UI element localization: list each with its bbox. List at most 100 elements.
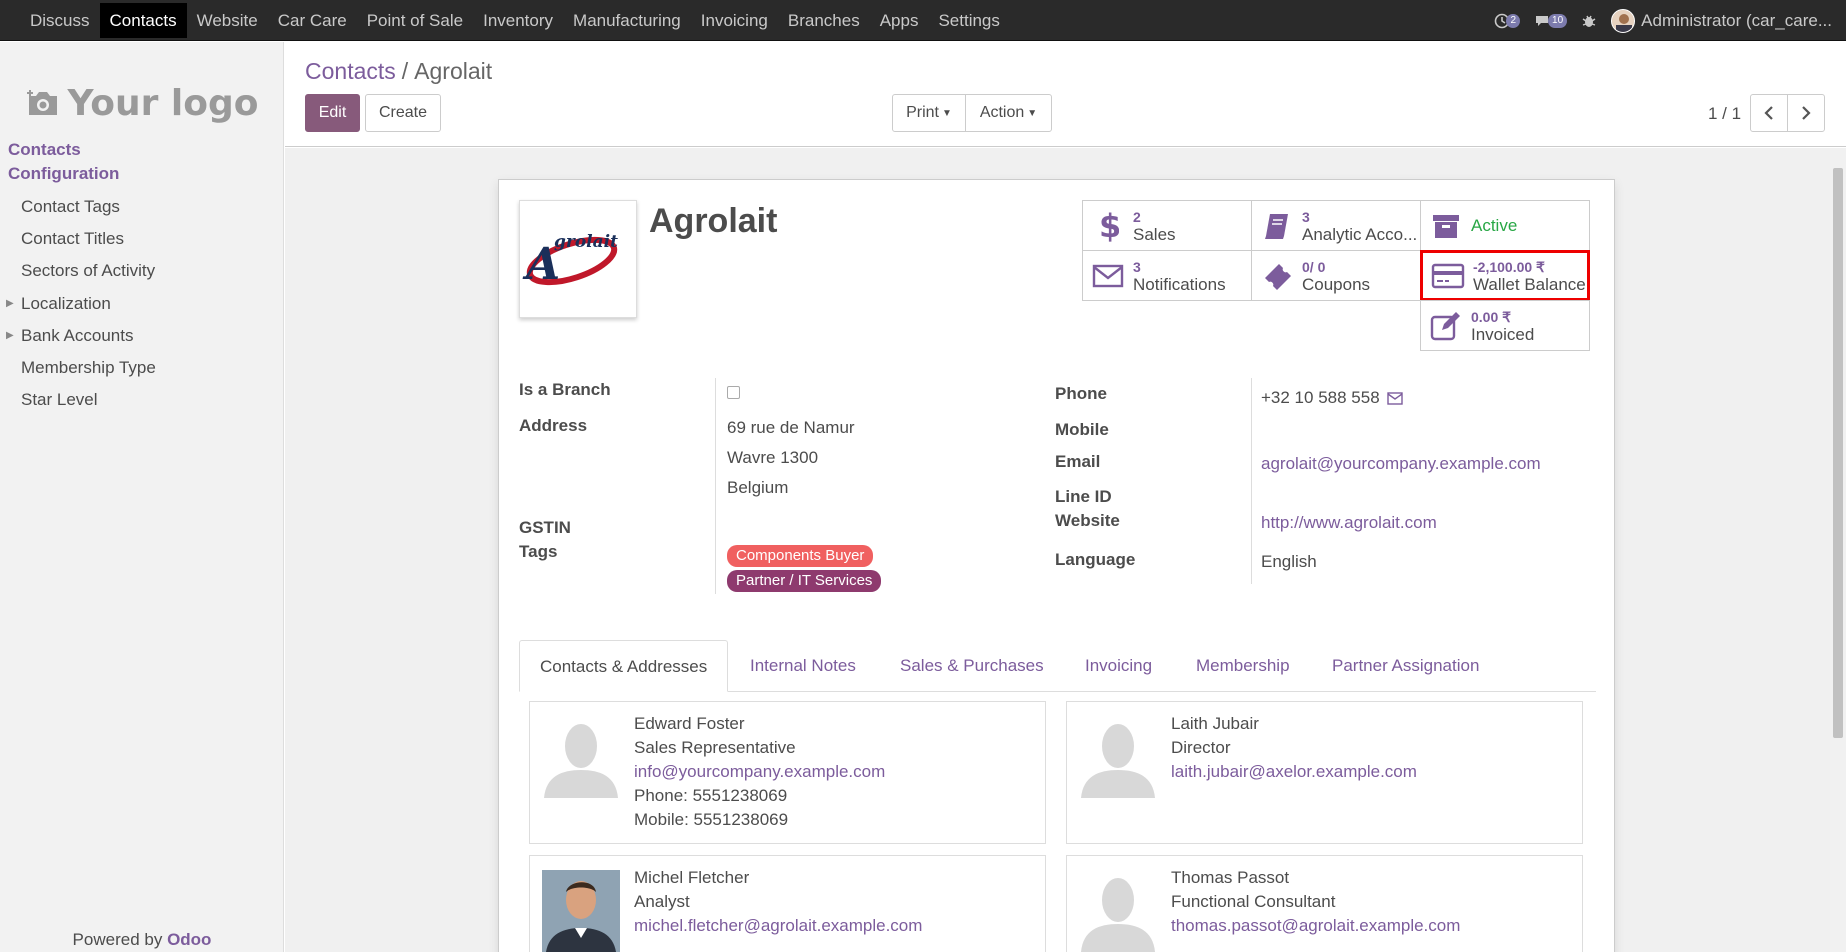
tab-partner-assignation[interactable]: Partner Assignation — [1332, 640, 1479, 692]
action-dropdown[interactable]: Action ▼ — [965, 94, 1052, 132]
envelope-icon — [1092, 264, 1124, 287]
phone-value[interactable]: +32 10 588 558 — [1261, 388, 1380, 408]
archive-icon — [1433, 214, 1459, 238]
contact-name: Laith Jubair — [1171, 714, 1259, 733]
tab-sales-purchases[interactable]: Sales & Purchases — [900, 640, 1044, 692]
contact-email[interactable]: info@yourcompany.example.com — [634, 760, 885, 784]
sidebar-item-star-level[interactable]: Star Level — [21, 390, 98, 410]
tag-partner-it-services[interactable]: Partner / IT Services — [727, 570, 882, 592]
wallet-balance-smart-button[interactable]: -2,100.00 ₹ Wallet Balance — [1420, 250, 1590, 301]
user-avatar — [1611, 8, 1636, 33]
camera-icon — [26, 90, 57, 115]
menu-discuss[interactable]: Discuss — [20, 0, 100, 41]
menu-manufacturing[interactable]: Manufacturing — [563, 0, 691, 41]
edit-button[interactable]: Edit — [305, 94, 360, 132]
sidebar-item-contact-tags[interactable]: Contact Tags — [21, 197, 120, 217]
menu-website[interactable]: Website — [187, 0, 268, 41]
scrollbar-thumb[interactable] — [1833, 168, 1843, 738]
coupons-smart-button[interactable]: 0/ 0 Coupons — [1251, 250, 1421, 301]
tab-membership[interactable]: Membership — [1196, 640, 1290, 692]
contact-email[interactable]: thomas.passot@agrolait.example.com — [1171, 914, 1460, 938]
notebook-tabs: Contacts & Addresses Internal Notes Sale… — [519, 640, 1596, 692]
menu-inventory[interactable]: Inventory — [473, 0, 563, 41]
is-branch-checkbox[interactable] — [727, 386, 740, 399]
caret-right-icon[interactable]: ▶ — [6, 330, 14, 341]
partner-name: Agrolait — [649, 202, 778, 240]
sales-smart-button[interactable]: $ 2 Sales — [1082, 200, 1252, 251]
edit-icon — [1430, 311, 1460, 340]
company-logo[interactable]: Your logo — [24, 62, 260, 144]
menu-apps[interactable]: Apps — [870, 0, 929, 41]
pager-next-button[interactable] — [1787, 94, 1825, 132]
tag-components-buyer[interactable]: Components Buyer — [727, 545, 874, 567]
contact-card[interactable]: Laith Jubair Director laith.jubair@axelo… — [1066, 701, 1583, 844]
sidebar-item-bank-accounts[interactable]: Bank Accounts — [21, 326, 133, 346]
sidebar-item-contact-titles[interactable]: Contact Titles — [21, 229, 124, 249]
debug-button[interactable] — [1581, 13, 1597, 29]
tab-invoicing[interactable]: Invoicing — [1085, 640, 1152, 692]
logo-text: Your logo — [67, 82, 259, 124]
email-link[interactable]: agrolait@yourcompany.example.com — [1261, 454, 1541, 474]
caret-right-icon[interactable]: ▶ — [6, 298, 14, 309]
invoiced-smart-button[interactable]: 0.00 ₹ Invoiced — [1420, 300, 1590, 351]
menu-settings[interactable]: Settings — [928, 0, 1009, 41]
print-dropdown[interactable]: Print ▼ — [892, 94, 966, 132]
contact-role: Functional Consultant — [1171, 892, 1336, 911]
breadcrumb: Contacts / Agrolait — [305, 58, 492, 85]
contact-card[interactable]: Michel Fletcher Analyst michel.fletcher@… — [529, 855, 1046, 952]
address-street: 69 rue de Namur — [727, 418, 855, 437]
contact-card[interactable]: Thomas Passot Functional Consultant thom… — [1066, 855, 1583, 952]
bug-icon — [1582, 15, 1596, 27]
sidebar-section-contacts[interactable]: Contacts — [8, 140, 81, 160]
sms-button[interactable] — [1387, 390, 1403, 410]
contact-email[interactable]: laith.jubair@axelor.example.com — [1171, 760, 1417, 784]
sidebar-item-sectors-of-activity[interactable]: Sectors of Activity — [21, 261, 155, 281]
invoiced-value: 0.00 ₹ — [1471, 308, 1512, 325]
create-button[interactable]: Create — [365, 94, 441, 132]
svg-text:grolait: grolait — [554, 232, 618, 252]
book-icon — [1265, 213, 1288, 239]
envelope-icon — [1387, 392, 1403, 405]
powered-brand-link[interactable]: Odoo — [167, 930, 211, 949]
sidebar-item-membership-type[interactable]: Membership Type — [21, 358, 156, 378]
coupons-count: 0/ 0 — [1302, 258, 1326, 275]
coupons-label: Coupons — [1302, 274, 1371, 294]
partner-logo-image[interactable]: A grolait — [519, 200, 637, 318]
analytic-accounts-smart-button[interactable]: 3 Analytic Acco... — [1251, 200, 1421, 251]
active-toggle-button[interactable]: Active — [1420, 200, 1590, 251]
avatar-placeholder-icon — [544, 724, 618, 798]
sidebar-item-localization[interactable]: Localization — [21, 294, 111, 314]
menu-car-care[interactable]: Car Care — [268, 0, 357, 41]
activity-button[interactable]: 2 — [1494, 13, 1521, 29]
user-menu[interactable]: Administrator (car_care... — [1611, 8, 1832, 33]
vertical-scrollbar[interactable] — [1830, 148, 1846, 952]
chevron-right-icon — [1802, 106, 1811, 120]
menu-contacts[interactable]: Contacts — [99, 3, 187, 38]
pager-value[interactable]: 1 / 1 — [1708, 104, 1741, 124]
field-divider — [1251, 378, 1252, 584]
tab-contacts-addresses[interactable]: Contacts & Addresses — [519, 640, 729, 692]
website-link[interactable]: http://www.agrolait.com — [1261, 513, 1437, 533]
menu-branches[interactable]: Branches — [778, 0, 870, 41]
systray: 2 10 Administrator (car_care... — [1494, 0, 1832, 41]
tab-internal-notes[interactable]: Internal Notes — [750, 640, 856, 692]
menu-point-of-sale[interactable]: Point of Sale — [357, 0, 473, 41]
notifications-smart-button[interactable]: 3 Notifications — [1082, 250, 1252, 301]
form-view: A grolait Agrolait $ 2 Sales 3 Analytic Ac… — [285, 148, 1830, 952]
powered-prefix: Powered by — [72, 930, 163, 949]
address-city: Wavre 1300 — [727, 448, 819, 467]
wallet-balance-label: Wallet Balance — [1473, 274, 1586, 294]
phone-label: Phone — [1055, 384, 1107, 403]
pager-previous-button[interactable] — [1750, 94, 1788, 132]
control-panel: Contacts / Agrolait Edit Create Print ▼ Ac… — [285, 42, 1846, 147]
caret-down-icon: ▼ — [1027, 107, 1038, 119]
menu-invoicing[interactable]: Invoicing — [691, 0, 778, 41]
contact-email[interactable]: michel.fletcher@agrolait.example.com — [634, 914, 922, 938]
breadcrumb-contacts-link[interactable]: Contacts — [305, 58, 396, 84]
sidebar-section-configuration[interactable]: Configuration — [8, 164, 119, 184]
top-navbar: Discuss Contacts Website Car Care Point … — [0, 0, 1846, 41]
contact-card[interactable]: Edward Foster Sales Representative info@… — [529, 701, 1046, 844]
messages-button[interactable]: 10 — [1534, 13, 1568, 29]
action-label: Action — [979, 104, 1025, 121]
app-menu: Discuss Contacts Website Car Care Point … — [20, 0, 1010, 41]
